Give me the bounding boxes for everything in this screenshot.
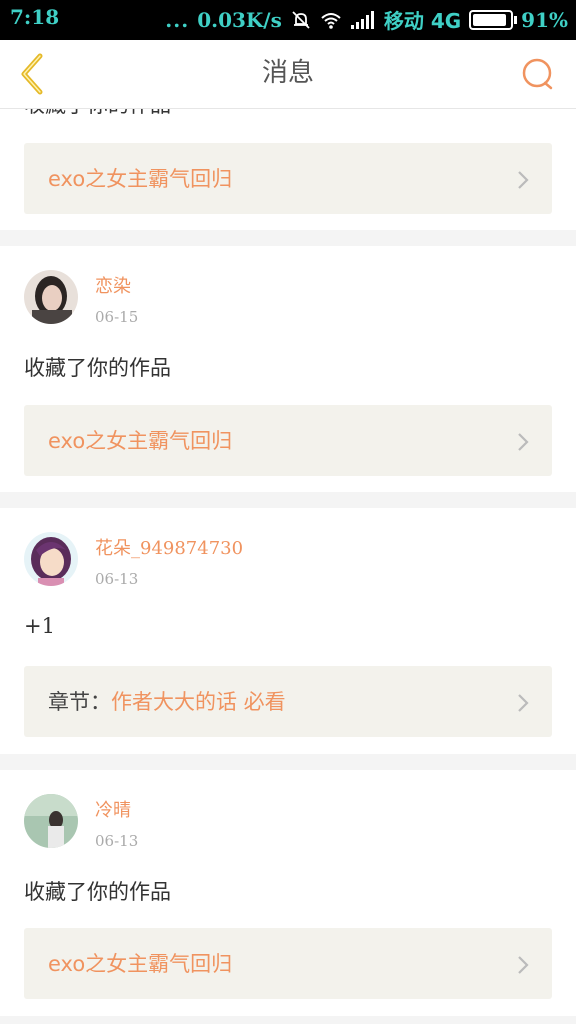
link-text: 章节：作者大大的话 必看 xyxy=(48,686,286,716)
link-text: exo之女主霸气回归 xyxy=(48,425,232,455)
mute-bell-icon xyxy=(292,10,310,29)
work-link[interactable]: exo之女主霸气回归 xyxy=(24,928,552,999)
wifi-icon xyxy=(321,12,341,29)
link-text: exo之女主霸气回归 xyxy=(48,948,232,978)
user-avatar-image xyxy=(24,532,78,586)
chevron-right-icon xyxy=(518,433,529,451)
avatar[interactable] xyxy=(24,270,78,324)
status-right: ... 0.03K/s 移动 4G 91% xyxy=(165,5,568,34)
status-bar: 7:18 ... 0.03K/s 移动 4G 91% xyxy=(0,0,576,40)
notification-message: 收藏了你的作品 xyxy=(24,356,171,380)
date: 06-13 xyxy=(95,832,139,850)
notification-message: 收藏了你的作品 xyxy=(24,880,171,904)
date: 06-15 xyxy=(95,308,139,326)
chapter-link[interactable]: 章节：作者大大的话 必看 xyxy=(24,666,552,737)
nav-bar: 消息 xyxy=(0,40,576,109)
search-icon[interactable] xyxy=(520,56,556,92)
signal-icon xyxy=(350,10,374,29)
date: 06-13 xyxy=(95,570,139,588)
battery-percent: 91% xyxy=(521,7,568,32)
work-link[interactable]: exo之女主霸气回归 xyxy=(24,143,552,214)
link-prefix: 章节： xyxy=(48,690,111,714)
user-avatar-image xyxy=(24,794,78,848)
avatar[interactable] xyxy=(24,794,78,848)
chapter-title: 作者大大的话 必看 xyxy=(111,690,286,714)
notification-card: 冷晴 06-13 收藏了你的作品 exo之女主霸气回归 xyxy=(0,770,576,1016)
battery-fill xyxy=(473,13,506,26)
username[interactable]: 冷晴 xyxy=(95,796,131,822)
chevron-right-icon xyxy=(518,171,529,189)
avatar[interactable] xyxy=(24,532,78,586)
work-title: exo之女主霸气回归 xyxy=(48,952,233,976)
notification-message: +1 xyxy=(24,614,55,638)
battery-icon xyxy=(469,9,518,30)
work-title: exo之女主霸气回归 xyxy=(48,167,233,191)
chevron-right-icon xyxy=(518,956,529,974)
user-avatar-image xyxy=(24,270,78,324)
carrier-label: 移动 4G xyxy=(383,9,462,33)
status-dots: ... xyxy=(165,7,190,32)
network-speed: 0.03K/s xyxy=(197,7,282,32)
page-title: 消息 xyxy=(261,58,314,88)
work-link[interactable]: exo之女主霸气回归 xyxy=(24,405,552,476)
notification-card: 花朵_949874730 06-13 +1 章节：作者大大的话 必看 xyxy=(0,508,576,754)
work-title: exo之女主霸气回归 xyxy=(48,429,233,453)
chevron-right-icon xyxy=(518,694,529,712)
notification-card: 恋染 06-15 收藏了你的作品 exo之女主霸气回归 xyxy=(0,246,576,492)
username[interactable]: 花朵_949874730 xyxy=(95,534,243,560)
username[interactable]: 恋染 xyxy=(95,272,131,298)
status-time: 7:18 xyxy=(10,5,60,29)
